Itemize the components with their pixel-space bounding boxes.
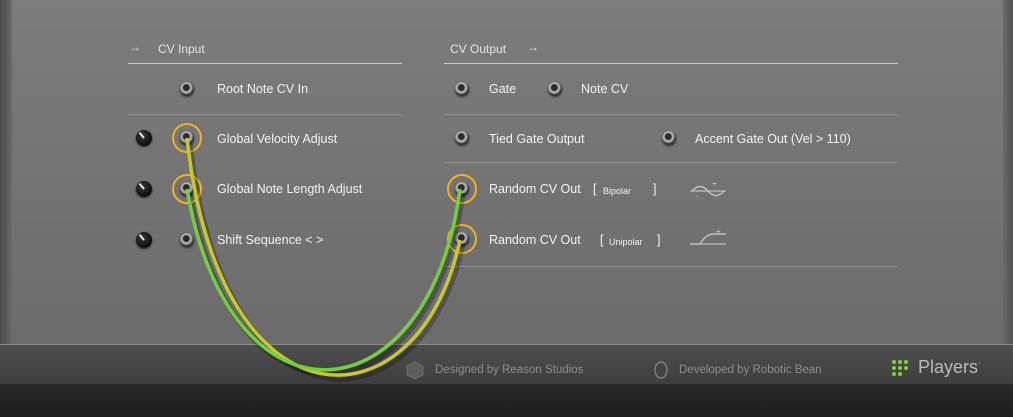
connected-jack-highlight <box>447 174 477 204</box>
gate-out-label: Gate <box>489 82 517 96</box>
tied-gate-label: Tied Gate Output <box>489 132 585 146</box>
cv-output-header: CV Output <box>450 42 507 56</box>
cable-green[interactable] <box>185 188 462 372</box>
bracket-open: [ <box>600 233 604 247</box>
separator <box>128 114 402 115</box>
rack-rail-left <box>0 0 12 383</box>
bipolar-wave-icon: + - <box>690 179 726 200</box>
svg-text:+: + <box>712 179 717 188</box>
cv-input-rule <box>128 63 402 64</box>
random-cv-unipolar-label: Random CV Out <box>489 233 581 247</box>
cv-output-rule <box>444 63 898 64</box>
separator <box>444 114 898 115</box>
connected-jack-highlight <box>172 174 202 204</box>
svg-text:-: - <box>696 192 699 200</box>
separator <box>444 162 898 163</box>
robotic-bean-logo-icon <box>654 361 668 379</box>
cv-input-header: CV Input <box>158 42 205 56</box>
connected-jack-highlight <box>447 224 477 254</box>
connected-jack-highlight <box>172 123 202 153</box>
accent-gate-label: Accent Gate Out (Vel > 110) <box>695 132 851 146</box>
bracket-open: [ <box>593 182 597 196</box>
root-note-cv-jack[interactable] <box>180 82 194 96</box>
bracket-close: ] <box>653 182 657 196</box>
rack-bottom-strip <box>0 384 1013 417</box>
bipolar-tag: Bipolar <box>603 186 632 196</box>
arrow-right-icon: → <box>129 40 141 54</box>
velocity-trim-knob[interactable] <box>136 130 152 146</box>
svg-text:+: + <box>716 228 721 236</box>
rack-rail-right <box>1003 0 1013 383</box>
random-cv-bipolar-label: Random CV Out <box>489 182 581 196</box>
shift-sequence-jack[interactable] <box>180 233 194 247</box>
arrow-right-icon: → <box>527 40 539 54</box>
global-note-length-label: Global Note Length Adjust <box>217 182 363 196</box>
developed-by-text: Developed by Robotic Bean <box>679 364 822 376</box>
bracket-close: ] <box>657 233 661 247</box>
designed-by-text: Designed by Reason Studios <box>435 364 584 376</box>
reason-logo-icon <box>406 361 424 380</box>
device-back-panel: → CV Input CV Output → Root Note CV In G… <box>0 0 1013 417</box>
separator <box>444 266 898 267</box>
root-note-cv-label: Root Note CV In <box>217 82 309 96</box>
note-cv-out-jack[interactable] <box>548 82 562 96</box>
players-logo-icon <box>892 360 908 376</box>
cable-yellow[interactable] <box>185 137 462 377</box>
unipolar-tag: Unipolar <box>609 237 643 247</box>
shift-sequence-label: Shift Sequence < > <box>217 233 324 247</box>
note-cv-out-label: Note CV <box>581 82 629 96</box>
note-length-trim-knob[interactable] <box>136 181 152 197</box>
tied-gate-jack[interactable] <box>455 131 469 145</box>
accent-gate-jack[interactable] <box>662 131 676 145</box>
players-brand: Players· <box>918 357 981 377</box>
global-velocity-label: Global Velocity Adjust <box>217 132 338 146</box>
gate-out-jack[interactable] <box>455 82 469 96</box>
shift-trim-knob[interactable] <box>136 232 152 248</box>
unipolar-wave-icon: + <box>690 228 726 245</box>
